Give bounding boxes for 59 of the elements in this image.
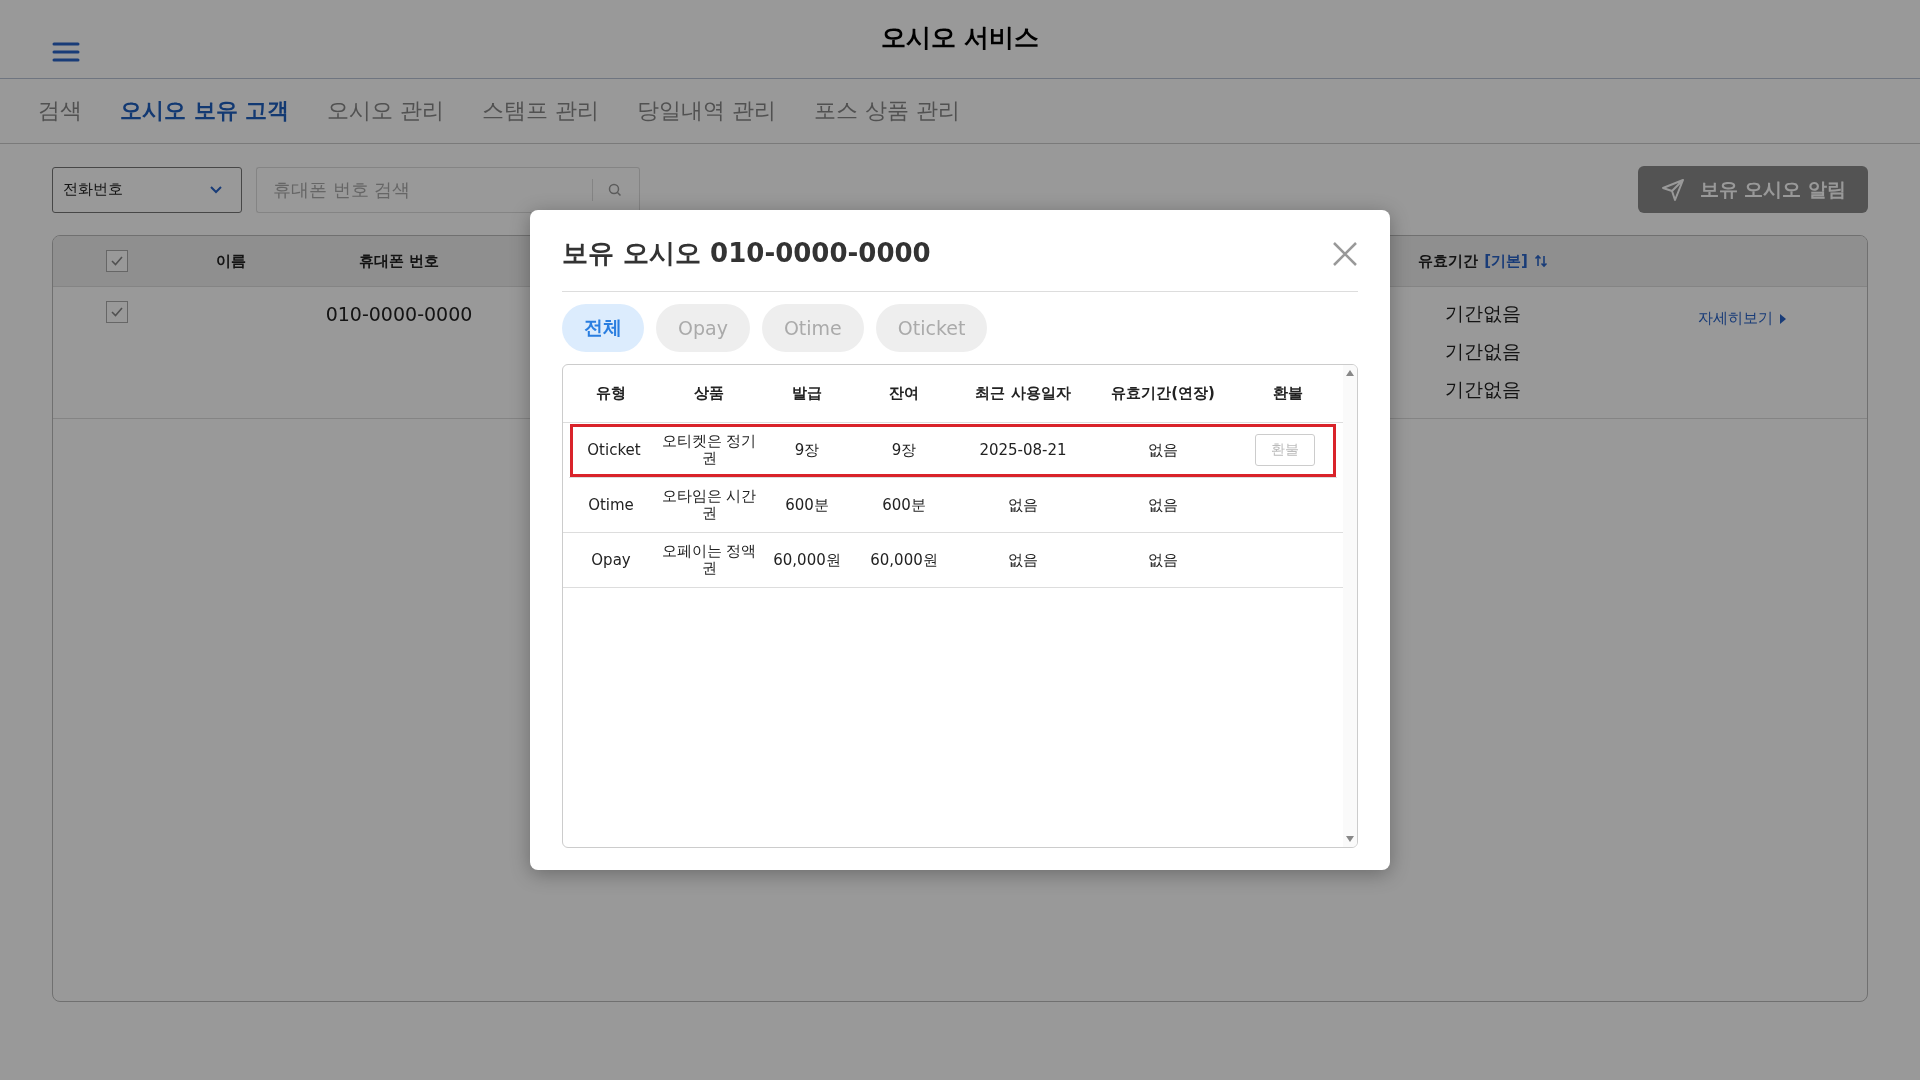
- table-cell-text: 기간없음: [1445, 301, 1521, 326]
- table-cell-text: Otime: [587, 496, 635, 514]
- column-header: 유효기간: [1418, 251, 1479, 271]
- table-cell-text: 600분: [881, 495, 927, 515]
- table-cell-text: 9장: [793, 440, 821, 460]
- table-cell-text: 없음: [1147, 550, 1179, 570]
- nav-tab[interactable]: 오시오 관리: [327, 96, 445, 126]
- column-header: 이름: [215, 251, 247, 271]
- nav-tab[interactable]: 스탬프 관리: [482, 96, 600, 126]
- column-header: 발급: [791, 384, 823, 403]
- table-cell-text: 기간없음: [1445, 377, 1521, 402]
- table-cell-text: 2025-08-21: [978, 441, 1068, 459]
- nav-tab[interactable]: 오시오 보유 고객: [120, 96, 290, 126]
- nav-tab[interactable]: 검색: [38, 96, 82, 126]
- table-cell-text: 600분: [784, 495, 830, 515]
- table-cell-text: 60,000원: [772, 550, 842, 570]
- column-header: 휴대폰 번호: [357, 251, 441, 271]
- paper-plane-icon: [1659, 176, 1686, 203]
- close-icon[interactable]: [1332, 240, 1358, 267]
- nav-tab[interactable]: 포스 상품 관리: [814, 96, 961, 126]
- table-cell-text: 없음: [1147, 495, 1179, 515]
- nav-tab[interactable]: 당일내역 관리: [637, 96, 777, 126]
- scrollbar[interactable]: [1343, 365, 1357, 847]
- table-cell-text: 9장: [890, 440, 918, 460]
- menu-icon[interactable]: [52, 41, 80, 63]
- column-header: 유효기간(연장): [1110, 384, 1216, 403]
- table-cell-text: 60,000원: [869, 550, 939, 570]
- checkbox[interactable]: [106, 301, 128, 323]
- table-cell-text: 오티켓은 정기권: [660, 432, 758, 468]
- table-cell-text: 오페이는 정액권: [660, 542, 758, 578]
- caret-right-icon: [1778, 313, 1787, 324]
- scroll-up-icon[interactable]: [1345, 369, 1355, 377]
- checkbox[interactable]: [106, 250, 128, 272]
- table-cell-text: 없음: [1007, 550, 1039, 570]
- column-header: 상품: [693, 384, 725, 403]
- column-header: 유형: [595, 384, 627, 403]
- filter-dropdown[interactable]: 전화번호: [52, 166, 242, 213]
- page-title: 오시오 서비스: [880, 21, 1040, 54]
- table-cell-text: 없음: [1007, 495, 1039, 515]
- modal-title: 보유 오시오 010-0000-0000: [562, 237, 931, 270]
- column-header: 환불: [1272, 384, 1304, 403]
- table-cell-text: 기간없음: [1445, 339, 1521, 364]
- table-cell-text: 오타임은 시간권: [660, 487, 758, 523]
- table-cell-text: 010-0000-0000: [324, 302, 474, 325]
- table-cell-text: Oticket: [586, 441, 642, 459]
- filter-pill[interactable]: Oticket: [875, 304, 988, 352]
- filter-pill[interactable]: Otime: [761, 304, 864, 352]
- filter-pill[interactable]: Opay: [656, 304, 750, 352]
- table-cell-text: Opay: [590, 551, 632, 569]
- scroll-down-icon[interactable]: [1345, 835, 1355, 843]
- column-header: 잔여: [888, 384, 920, 403]
- column-header: 최근 사용일자: [974, 384, 1072, 403]
- sort-mode-link[interactable]: [기본]: [1484, 251, 1528, 271]
- sort-icon[interactable]: [1533, 254, 1548, 268]
- detail-link[interactable]: 자세히보기: [1697, 309, 1787, 328]
- refund-button[interactable]: 환불: [1255, 434, 1315, 466]
- filter-pill[interactable]: 전체: [562, 304, 644, 352]
- chevron-down-icon[interactable]: [209, 185, 223, 194]
- table-cell-text: 없음: [1147, 440, 1179, 460]
